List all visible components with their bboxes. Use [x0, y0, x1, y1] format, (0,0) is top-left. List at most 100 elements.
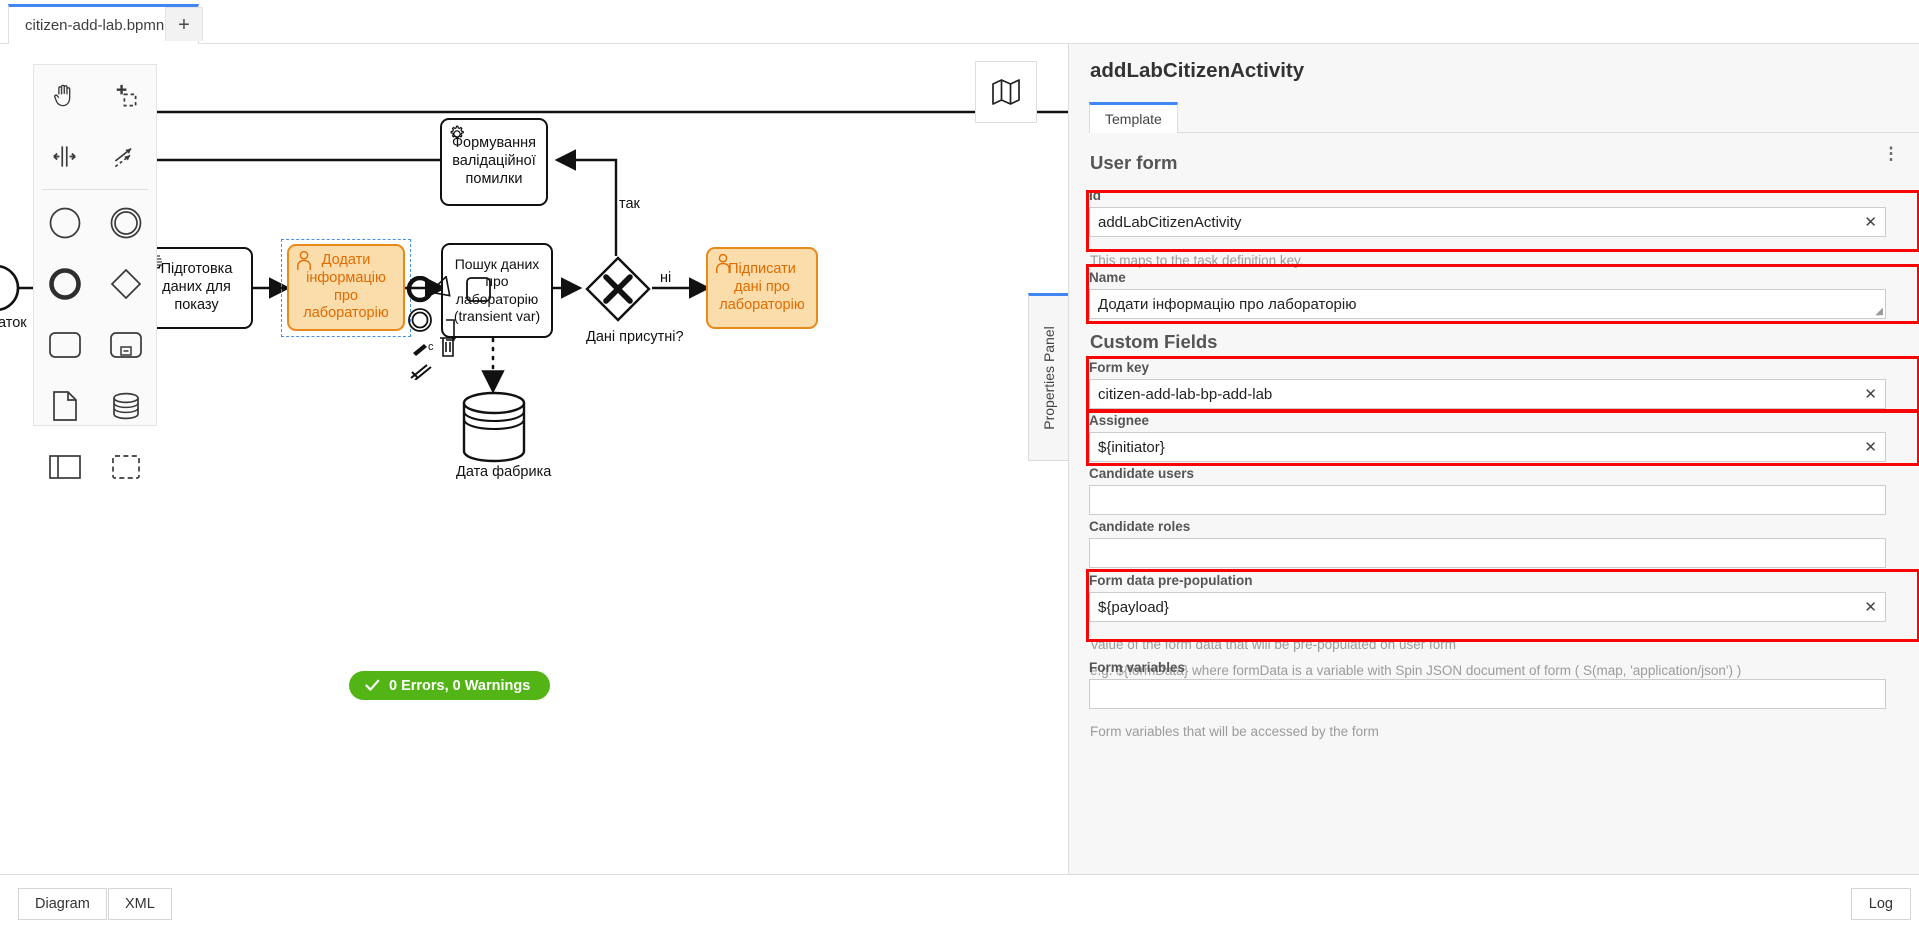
field-assignee[interactable]: Assignee ${initiator} ✕ — [1089, 413, 1900, 462]
check-icon — [365, 679, 380, 691]
user-task-icon — [716, 253, 730, 273]
field-id-input[interactable]: addLabCitizenActivity ✕ — [1089, 207, 1886, 237]
palette-task[interactable] — [34, 314, 95, 375]
flow-label-yes: так — [619, 196, 640, 212]
palette-participant[interactable] — [34, 436, 95, 497]
resize-handle-icon[interactable]: ◢ — [1875, 307, 1883, 317]
field-form-key-input[interactable]: citizen-add-lab-bp-add-lab ✕ — [1089, 379, 1886, 409]
field-form-variables-input[interactable] — [1089, 679, 1886, 709]
palette-connect-tool[interactable] — [95, 126, 156, 187]
clear-icon[interactable]: ✕ — [1864, 438, 1877, 456]
start-event-label: аток — [0, 315, 27, 331]
field-name-label: Name — [1089, 270, 1126, 285]
field-name[interactable]: Name Додати інформацію про лабораторію ◢ — [1089, 270, 1900, 319]
panel-tab-strip: Template — [1089, 102, 1919, 133]
bpmn-task-addlab[interactable]: Додати інформацію про лабораторію — [287, 244, 405, 331]
field-candidate-roles-label: Candidate roles — [1089, 519, 1191, 534]
group-heading-custom-fields: Custom Fields — [1090, 331, 1218, 352]
connect-tool-icon — [114, 147, 132, 168]
field-candidate-users[interactable]: Candidate users — [1089, 466, 1900, 515]
clear-icon[interactable]: ✕ — [1864, 213, 1877, 231]
field-form-key-value: citizen-add-lab-bp-add-lab — [1098, 385, 1273, 403]
tab-template-label: Template — [1105, 111, 1162, 127]
append-task-icon — [466, 277, 491, 302]
field-form-data-prepopulation-value: ${payload} — [1098, 598, 1169, 616]
editor-tab-bar: citizen-add-lab.bpmn + — [0, 0, 1919, 44]
palette-hand-tool[interactable] — [34, 65, 95, 126]
field-form-variables-help: Form variables that will be accessed by … — [1090, 724, 1379, 739]
clear-icon[interactable]: ✕ — [1864, 385, 1877, 403]
field-id-value: addLabCitizenActivity — [1098, 213, 1242, 231]
flow-label-no: ні — [660, 270, 672, 286]
plus-icon: + — [178, 13, 190, 36]
palette-start-event[interactable] — [34, 192, 95, 253]
field-assignee-input[interactable]: ${initiator} ✕ — [1089, 432, 1886, 462]
group-icon — [111, 454, 140, 479]
new-tab-button[interactable]: + — [165, 7, 203, 41]
field-form-data-prepopulation[interactable]: Form data pre-population ${payload} ✕ — [1089, 573, 1900, 622]
space-tool-icon — [53, 146, 76, 167]
task-icon — [48, 331, 81, 358]
field-form-variables[interactable]: Form variables — [1089, 660, 1900, 709]
field-assignee-value: ${initiator} — [1098, 438, 1165, 456]
bpmn-canvas[interactable]: аток Формування валідаційної помилки Під… — [0, 44, 1070, 874]
field-candidate-roles[interactable]: Candidate roles — [1089, 519, 1900, 568]
palette-intermediate-event[interactable] — [95, 192, 156, 253]
data-object-icon — [52, 390, 77, 421]
palette-lasso-tool[interactable] — [95, 65, 156, 126]
field-form-key[interactable]: Form key citizen-add-lab-bp-add-lab ✕ — [1089, 360, 1900, 409]
participant-icon — [48, 454, 81, 479]
validation-status-badge[interactable]: 0 Errors, 0 Warnings — [349, 671, 551, 700]
field-form-key-label: Form key — [1089, 360, 1150, 375]
clear-icon[interactable]: ✕ — [1864, 598, 1877, 616]
palette-space-tool[interactable] — [34, 126, 95, 187]
palette-data-store[interactable] — [95, 375, 156, 436]
palette-gateway[interactable] — [95, 253, 156, 314]
append-gateway-icon — [432, 276, 451, 297]
palette-subprocess[interactable] — [95, 314, 156, 375]
wrench-icon — [413, 344, 427, 356]
validation-status-text: 0 Errors, 0 Warnings — [389, 677, 531, 694]
bpmn-data-store[interactable] — [461, 391, 527, 463]
bpmn-gateway-data-present[interactable] — [585, 256, 651, 322]
gateway-icon — [110, 268, 141, 299]
map-icon — [992, 79, 1020, 105]
field-id[interactable]: Id addLabCitizenActivity ✕ — [1089, 188, 1900, 237]
bpmn-palette[interactable] — [33, 64, 157, 479]
field-assignee-label: Assignee — [1089, 413, 1150, 428]
bottom-tab-xml[interactable]: XML — [108, 888, 172, 920]
field-form-data-prepopulation-help: Value of the form data that will be pre-… — [1090, 637, 1456, 652]
bottom-tab-diagram[interactable]: Diagram — [18, 888, 107, 920]
field-name-value: Додати інформацію про лабораторію — [1098, 295, 1357, 313]
tab-template[interactable]: Template — [1089, 102, 1178, 133]
end-event-icon — [48, 267, 81, 300]
lasso-tool-icon — [116, 84, 137, 107]
properties-panel-tab-label: Properties Panel — [1040, 326, 1057, 430]
field-candidate-roles-input[interactable] — [1089, 538, 1886, 568]
properties-panel[interactable]: addLabCitizenActivity Template User form… — [1068, 44, 1919, 874]
bottom-bar: Diagram XML Log — [0, 874, 1919, 933]
context-pad-row2[interactable] — [432, 276, 510, 380]
palette-group[interactable] — [95, 436, 156, 497]
hand-tool-icon — [54, 84, 71, 107]
palette-end-event[interactable] — [34, 253, 95, 314]
user-task-icon — [297, 250, 311, 270]
kebab-menu-icon[interactable]: ⋮ — [1881, 145, 1901, 162]
log-button-label: Log — [1868, 896, 1893, 912]
properties-panel-tab[interactable]: Properties Panel — [1028, 293, 1068, 461]
bpmn-gateway-label: Дані присутні? — [586, 329, 684, 345]
log-button[interactable]: Log — [1850, 888, 1911, 920]
bpmn-task-validation[interactable]: Формування валідаційної помилки — [440, 118, 548, 206]
start-event-icon — [49, 207, 80, 238]
field-id-help: This maps to the task definition key. — [1090, 253, 1304, 268]
field-candidate-users-input[interactable] — [1089, 485, 1886, 515]
append-end-event-icon — [406, 276, 434, 303]
panel-title: addLabCitizenActivity — [1090, 59, 1305, 82]
bpmn-task-sign[interactable]: Підписати дані про лабораторію — [706, 247, 818, 329]
palette-data-object[interactable] — [34, 375, 95, 436]
field-form-data-prepopulation-input[interactable]: ${payload} ✕ — [1089, 592, 1886, 622]
field-form-variables-label: Form variables — [1089, 660, 1186, 675]
subprocess-collapsed-icon — [109, 331, 142, 358]
minimap-toggle-button[interactable] — [975, 61, 1037, 123]
field-name-input[interactable]: Додати інформацію про лабораторію ◢ — [1089, 289, 1886, 319]
